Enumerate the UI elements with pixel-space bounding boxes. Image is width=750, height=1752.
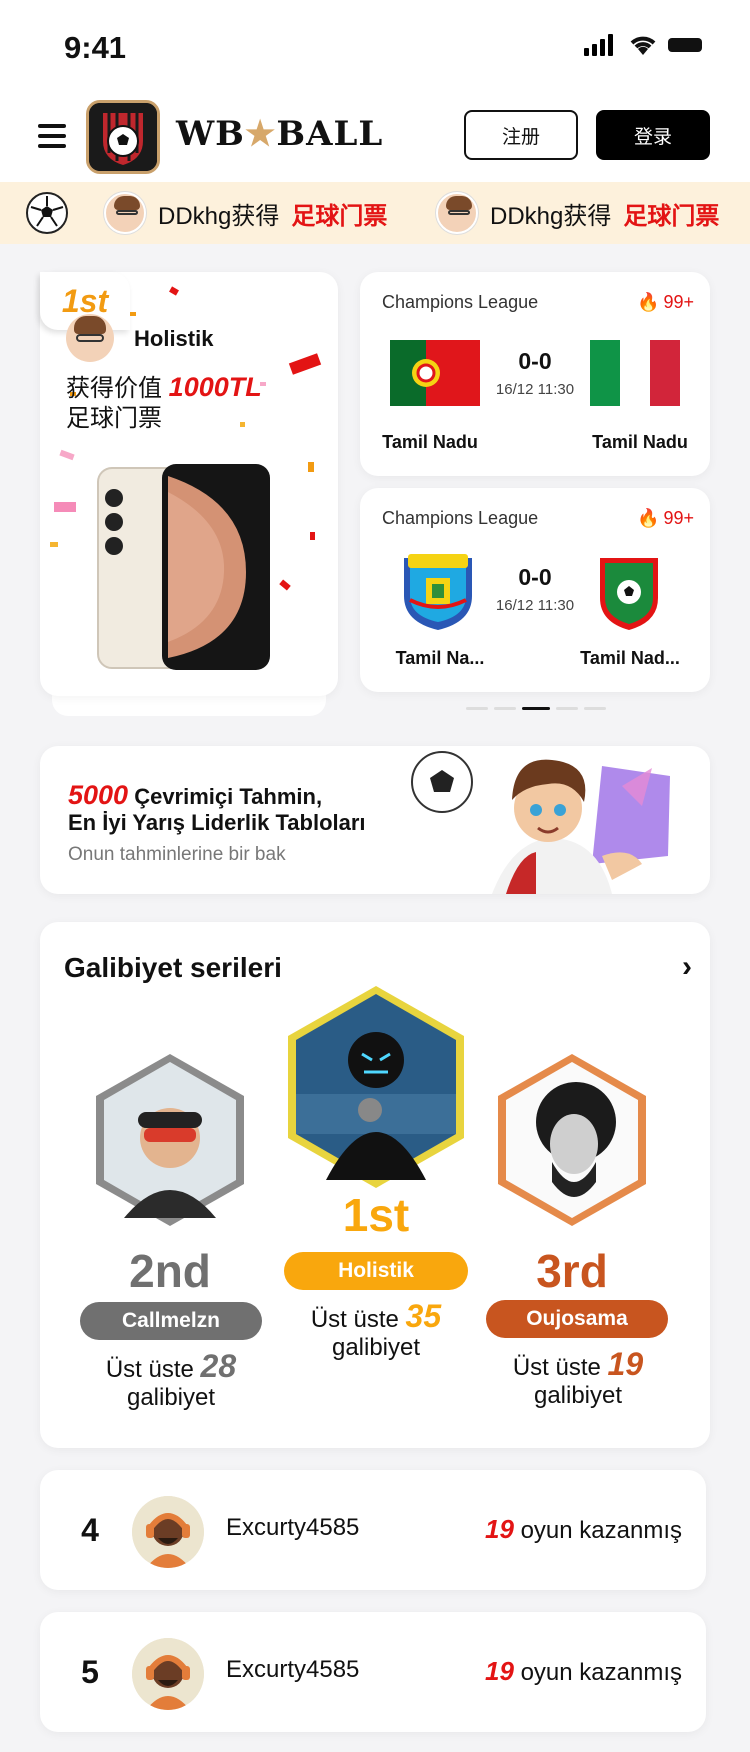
status-bar: 9:41 <box>0 0 750 90</box>
cellular-signal-icon <box>584 34 613 56</box>
match-center: 0-0 16/12 11:30 <box>485 564 585 614</box>
section-title: Galibiyet serileri <box>64 952 282 983</box>
player-illustration <box>411 751 670 894</box>
app-logo <box>86 100 160 174</box>
fire-icon: 🔥 <box>637 508 660 528</box>
status-time: 9:41 <box>64 30 127 65</box>
user-avatar <box>436 192 478 234</box>
home-team-flag <box>390 340 480 406</box>
match-score: 0-0 <box>518 348 552 374</box>
row-wins: 19 oyun kazanmış <box>484 1656 682 1686</box>
leaderboard-row[interactable]: 4 Excurty4585 19 oyun kazanmış <box>40 1470 706 1590</box>
match-center: 0-0 16/12 11:30 <box>485 348 585 398</box>
hot-count: 🔥 99+ <box>637 292 694 312</box>
prize-amount: 1000TL <box>168 372 262 402</box>
fire-icon: 🔥 <box>637 292 660 312</box>
promo-subheadline: En İyi Yarış Liderlik Tabloları <box>68 810 366 835</box>
carousel-pagination[interactable] <box>466 707 606 710</box>
ticker-prize: 足球门票 <box>623 202 720 230</box>
app-header: WB★BALL 注册 登录 <box>0 90 750 182</box>
promo-number: 5000 <box>68 780 129 810</box>
league-name: Champions League <box>382 292 539 312</box>
podium-wins-first: Üst üste 35 galibiyet <box>310 1298 442 1361</box>
wifi-icon <box>630 36 656 55</box>
podium-rank-third: 3rd <box>536 1245 608 1297</box>
promo-headline: 5000 Çevrimiçi Tahmin, <box>68 780 323 810</box>
status-icons <box>584 34 706 56</box>
ticker-user: DDkhg获得 <box>158 202 280 230</box>
winner-ticker: DDkhg获得 足球门票 DDkhg获得 足球门票 <box>0 182 750 244</box>
hot-count: 🔥 99+ <box>637 508 694 528</box>
row-wins: 19 oyun kazanmış <box>484 1514 682 1544</box>
leaderboard-row[interactable]: 5 Excurty4585 19 oyun kazanmış <box>40 1612 706 1732</box>
promo-link-text: Onun tahminlerine bir bak <box>68 844 286 865</box>
home-team-crest <box>404 554 472 630</box>
home-team-name: Tamil Nadu <box>382 432 478 452</box>
user-avatar <box>104 192 146 234</box>
league-name: Champions League <box>382 508 539 528</box>
chevron-right-icon[interactable]: › <box>682 950 692 984</box>
ticker-user: DDkhg获得 <box>490 202 612 230</box>
podium-name-first[interactable]: Holistik <box>284 1252 468 1290</box>
avatar-hexagon-second[interactable] <box>94 1052 246 1228</box>
hamburger-menu-icon[interactable] <box>38 124 66 148</box>
register-button[interactable]: 注册 <box>464 110 578 160</box>
away-team-name: Tamil Nad... <box>580 648 680 668</box>
app-wordmark: WB★BALL <box>176 114 384 154</box>
user-avatar <box>66 314 114 362</box>
user-avatar <box>132 1496 204 1568</box>
match-card[interactable]: Champions League 🔥 99+ 0-0 16/12 11:30 Ta… <box>360 272 710 476</box>
soccer-ball-icon <box>26 192 68 234</box>
user-avatar <box>132 1638 204 1710</box>
win-streak-section: Galibiyet serileri › 2nd Callmelzn Üst ü… <box>40 922 710 1448</box>
ticker-item: DDkhg获得 足球门票 <box>436 192 719 234</box>
match-time: 16/12 11:30 <box>495 597 575 614</box>
home-team-name: Tamil Na... <box>395 648 485 668</box>
row-rank: 5 <box>81 1654 99 1690</box>
leaderboard-promo-banner[interactable]: 5000 Çevrimiçi Tahmin, En İyi Yarış Lide… <box>40 746 710 894</box>
row-rank: 4 <box>81 1512 99 1548</box>
podium-rank-first: 1st <box>342 1189 410 1241</box>
away-team-crest <box>600 558 658 630</box>
match-score: 0-0 <box>518 564 552 590</box>
podium-rank-second: 2nd <box>129 1245 211 1297</box>
ticker-prize: 足球门票 <box>291 202 388 230</box>
podium-wins-third: Üst üste 19 galibiyet <box>512 1346 644 1409</box>
avatar-hexagon-third[interactable] <box>496 1052 648 1228</box>
smartphone-prize-image <box>97 464 270 670</box>
prize-username: Holistik <box>134 326 214 351</box>
battery-icon <box>668 38 702 52</box>
away-team-name: Tamil Nadu <box>592 432 688 452</box>
avatar-hexagon-first[interactable] <box>286 984 466 1190</box>
podium-wins-second: Üst üste 28 galibiyet <box>105 1348 237 1411</box>
login-button[interactable]: 登录 <box>596 110 710 160</box>
prize-description: 获得价值 1000TL 足球门票 <box>66 372 262 432</box>
podium-name-third[interactable]: Oujosama <box>486 1300 668 1338</box>
prize-card[interactable]: 1st Holistik 获得价值 1000TL 足球门票 <box>40 272 338 696</box>
row-username: Excurty4585 <box>226 1514 360 1541</box>
match-card[interactable]: Champions League 🔥 99+ 0-0 16/12 11:30 Ta… <box>360 488 710 692</box>
podium-name-second[interactable]: Callmelzn <box>80 1302 262 1340</box>
row-username: Excurty4585 <box>226 1656 360 1683</box>
away-team-flag <box>590 340 680 406</box>
ticker-item: DDkhg获得 足球门票 <box>104 192 387 234</box>
match-time: 16/12 11:30 <box>495 381 575 398</box>
